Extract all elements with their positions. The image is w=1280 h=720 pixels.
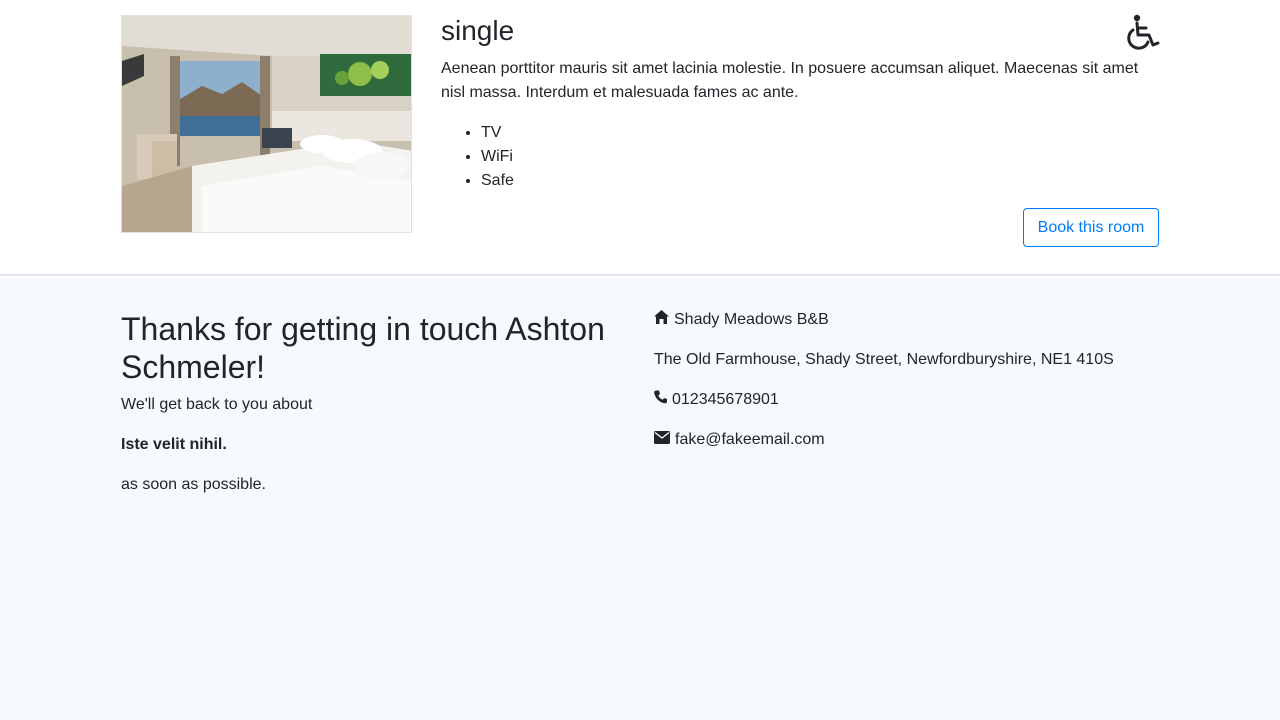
thanks-heading: Thanks for getting in touch Ashton Schme… xyxy=(121,311,605,385)
room-image xyxy=(121,15,412,233)
business-email: fake@fakeemail.com xyxy=(654,428,825,452)
room-photo xyxy=(122,16,411,232)
feature-list: TV WiFi Safe xyxy=(481,121,514,193)
business-phone: 012345678901 xyxy=(654,388,779,412)
message-outro: as soon as possible. xyxy=(121,476,266,493)
email-address[interactable]: fake@fakeemail.com xyxy=(675,428,825,452)
room-title: single xyxy=(441,15,515,46)
wheelchair-icon xyxy=(1124,13,1160,51)
room-card: single Aenean porttitor mauris sit amet … xyxy=(0,0,1280,276)
feature-item: WiFi xyxy=(481,145,514,169)
feature-item: TV xyxy=(481,121,514,145)
business-name-text: Shady Meadows B&B xyxy=(674,311,829,328)
business-address: The Old Farmhouse, Shady Street, Newford… xyxy=(654,351,1114,368)
home-icon xyxy=(654,308,669,332)
message-subject: Iste velit nihil. xyxy=(121,436,227,453)
feature-item: Safe xyxy=(481,169,514,193)
contact-section: Thanks for getting in touch Ashton Schme… xyxy=(0,278,1280,720)
business-name: Shady Meadows B&B xyxy=(654,308,829,332)
phone-number: 012345678901 xyxy=(672,391,779,408)
book-room-button[interactable]: Book this room xyxy=(1023,208,1159,247)
envelope-icon xyxy=(654,428,670,452)
phone-icon xyxy=(654,388,667,412)
message-intro: We'll get back to you about xyxy=(121,396,313,413)
room-description: Aenean porttitor mauris sit amet lacinia… xyxy=(441,60,1139,101)
